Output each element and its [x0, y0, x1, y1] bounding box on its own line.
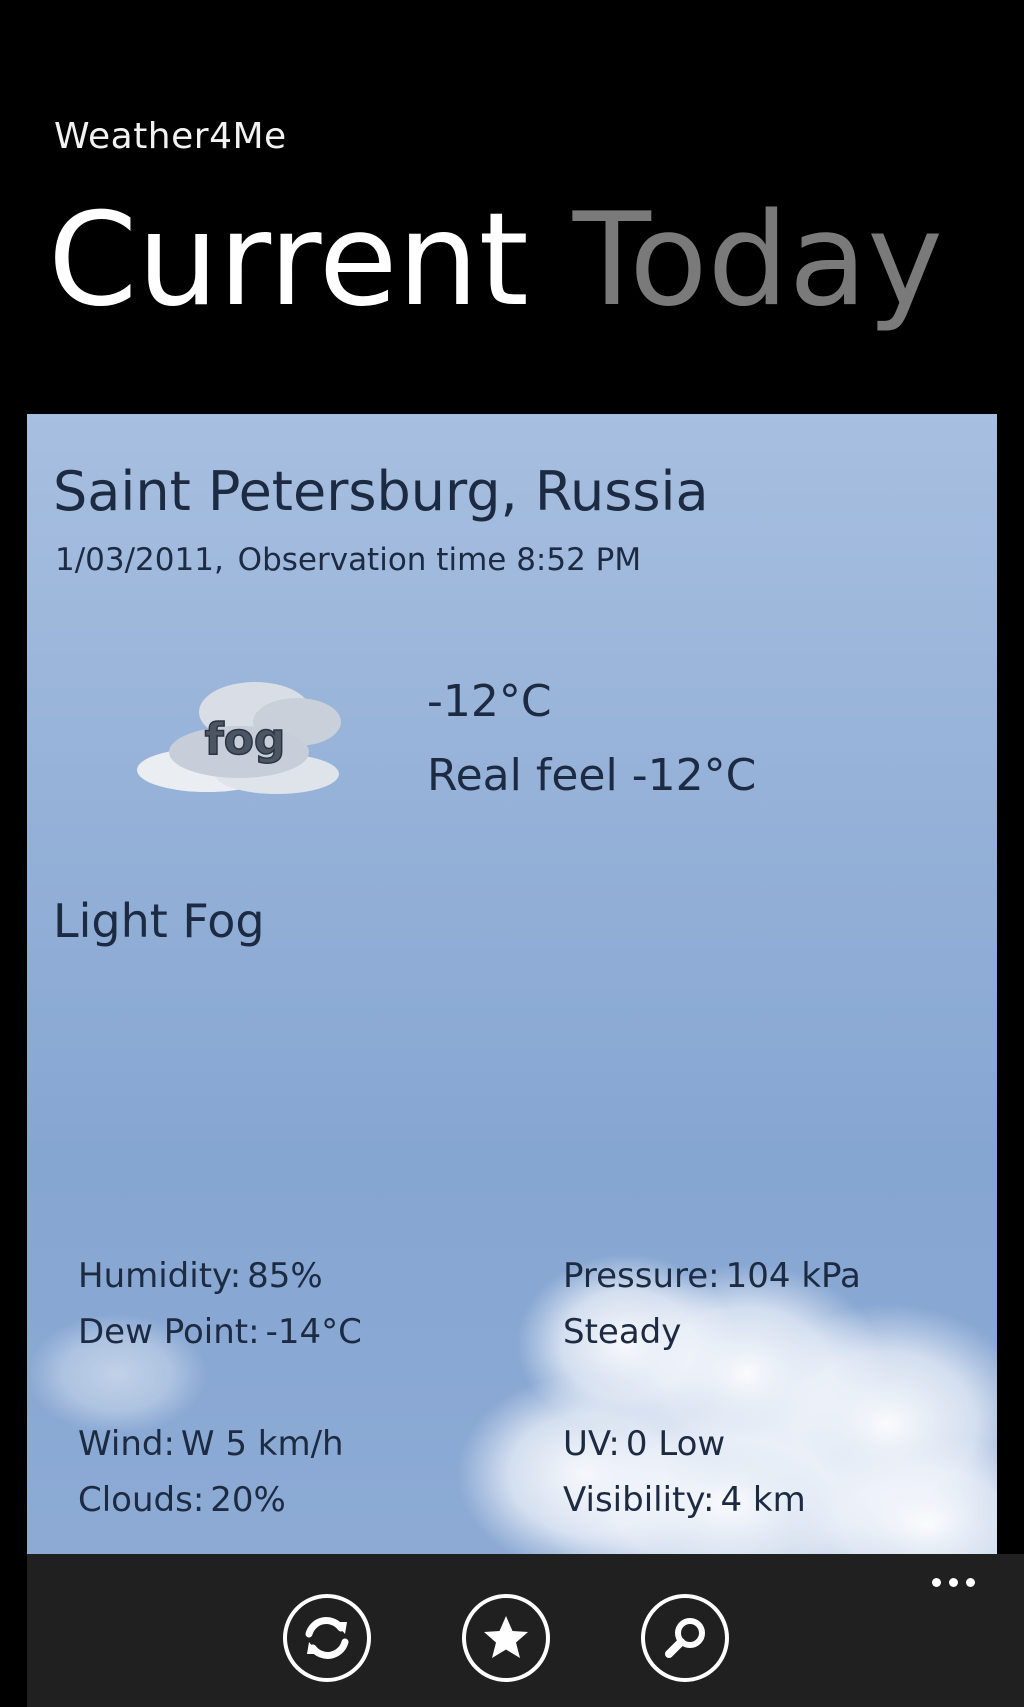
observation-time: 8:52 PM — [516, 542, 642, 578]
uv-stat: UV: 0 Low — [563, 1424, 725, 1464]
clouds-value: 20% — [210, 1480, 286, 1520]
humidity-value: 85% — [247, 1256, 323, 1296]
clouds-stat: Clouds: 20% — [78, 1480, 286, 1520]
real-feel: Real feel -12°C — [427, 750, 756, 801]
real-feel-label: Real feel — [427, 750, 618, 801]
sky-background-image — [27, 1254, 997, 1554]
application-bar — [27, 1554, 1024, 1707]
clouds-label: Clouds: — [78, 1480, 205, 1520]
uv-label: UV: — [563, 1424, 620, 1464]
real-feel-value: -12°C — [631, 750, 757, 801]
wind-stat: Wind: W 5 km/h — [78, 1424, 344, 1464]
humidity-stat: Humidity: 85% — [78, 1256, 323, 1296]
observation-date: 1/03/2011, — [55, 542, 224, 578]
dew-point-stat: Dew Point: -14°C — [78, 1312, 362, 1352]
pivot-tab-today[interactable]: Today — [573, 186, 943, 336]
search-button[interactable] — [641, 1594, 729, 1682]
weather-condition: Light Fog — [53, 894, 265, 948]
humidity-label: Humidity: — [78, 1256, 242, 1296]
uv-value: 0 Low — [625, 1424, 726, 1464]
more-ellipsis-icon[interactable] — [932, 1572, 992, 1592]
observation-label: Observation time — [237, 542, 507, 578]
ellipsis-dot — [966, 1578, 975, 1587]
app-title: Weather4Me — [54, 116, 287, 157]
pivot-headers: Current Today — [48, 186, 987, 336]
observation-line: 1/03/2011, Observation time 8:52 PM — [55, 542, 641, 578]
visibility-value: 4 km — [720, 1480, 806, 1520]
fog-icon: fog — [137, 682, 341, 794]
fog-icon-label: fog — [205, 714, 286, 765]
current-weather-panel: Saint Petersburg, Russia 1/03/2011, Obse… — [27, 414, 997, 1554]
temperature: -12°C — [427, 676, 552, 727]
favorite-button[interactable] — [462, 1594, 550, 1682]
search-icon — [665, 1618, 705, 1658]
visibility-label: Visibility: — [563, 1480, 715, 1520]
ellipsis-dot — [949, 1578, 958, 1587]
pressure-stat: Pressure: 104 kPa — [563, 1256, 861, 1296]
pivot-tab-current[interactable]: Current — [48, 186, 529, 336]
refresh-icon — [305, 1617, 349, 1659]
dew-point-value: -14°C — [265, 1312, 362, 1352]
wind-label: Wind: — [78, 1424, 175, 1464]
pressure-label: Pressure: — [563, 1256, 720, 1296]
pressure-trend: Steady — [563, 1312, 682, 1352]
visibility-stat: Visibility: 4 km — [563, 1480, 806, 1520]
dew-point-label: Dew Point: — [78, 1312, 260, 1352]
ellipsis-dot — [932, 1578, 941, 1587]
star-icon — [484, 1616, 528, 1658]
pressure-value: 104 kPa — [725, 1256, 861, 1296]
refresh-button[interactable] — [283, 1594, 371, 1682]
wind-value: W 5 km/h — [180, 1424, 344, 1464]
location-name: Saint Petersburg, Russia — [53, 460, 709, 523]
